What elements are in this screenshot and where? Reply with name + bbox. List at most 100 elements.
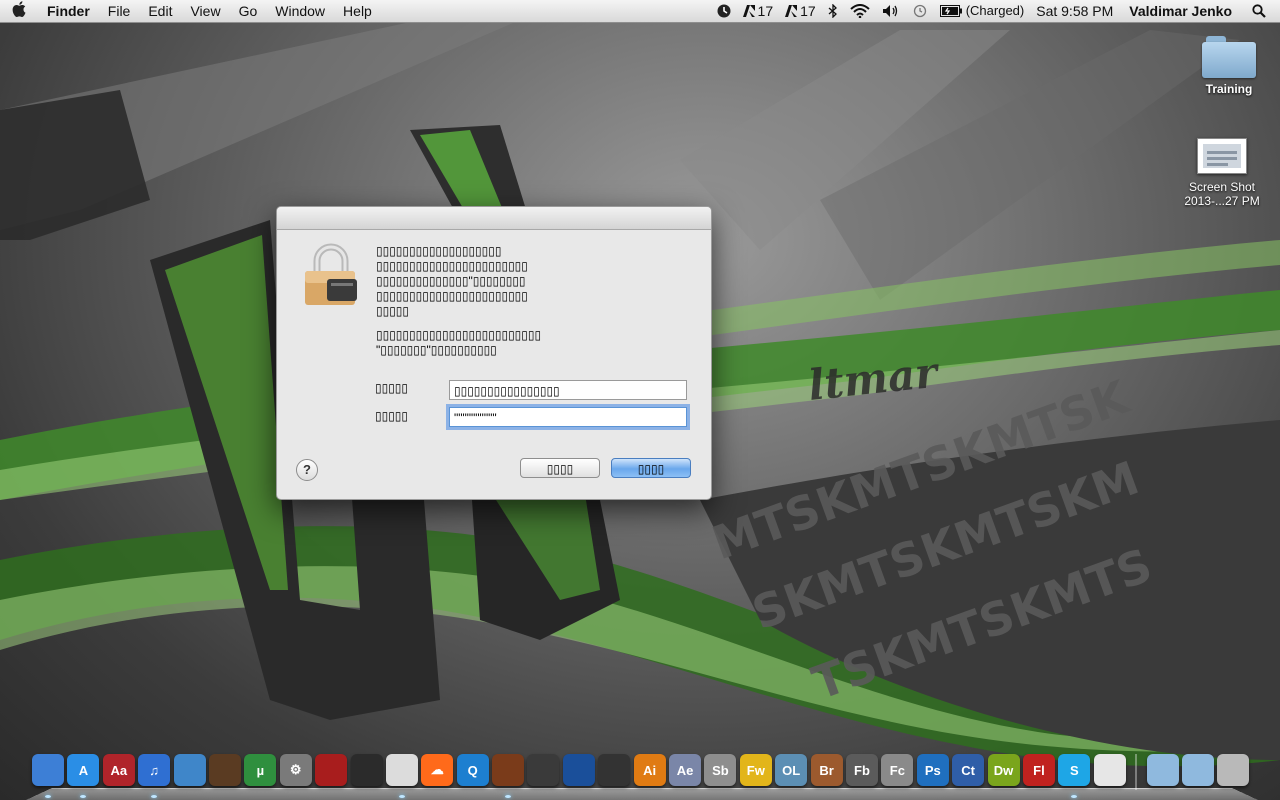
bridge-icon[interactable]: Br <box>810 754 843 786</box>
folder-icon <box>1202 36 1256 78</box>
dock-item-label: Sb <box>712 762 729 778</box>
dock-item-label: Fc <box>889 762 905 778</box>
apple-menu-icon[interactable] <box>0 0 38 22</box>
dialog-message: ▯▯▯▯▯▯▯▯▯▯▯▯▯▯▯▯▯▯▯ ▯▯▯▯▯▯▯▯▯▯▯▯▯▯▯▯▯▯▯▯… <box>376 244 528 318</box>
final-cut-icon[interactable] <box>598 754 631 786</box>
bluetooth-icon[interactable] <box>822 4 844 18</box>
menu-window[interactable]: Window <box>266 0 334 22</box>
soundbooth-icon[interactable]: Sb <box>704 754 737 786</box>
menu-go[interactable]: Go <box>230 0 267 22</box>
flash-catalyst-icon[interactable]: Fc <box>881 754 914 786</box>
itunes-icon[interactable]: ♫ <box>138 754 171 798</box>
textedit-icon[interactable] <box>1093 754 1126 786</box>
photoshop-icon[interactable]: Ps <box>916 754 949 786</box>
dock-separator <box>1135 754 1138 790</box>
cinema4d-icon[interactable] <box>562 754 595 786</box>
dock-item-label: Ct <box>961 762 976 778</box>
dock-item-label: Q <box>467 762 478 778</box>
contribute-icon[interactable]: Ct <box>952 754 985 786</box>
authentication-dialog: ▯▯▯▯▯▯▯▯▯▯▯▯▯▯▯▯▯▯▯ ▯▯▯▯▯▯▯▯▯▯▯▯▯▯▯▯▯▯▯▯… <box>276 206 712 500</box>
movie-reel-icon[interactable] <box>350 754 383 786</box>
utorrent-icon[interactable]: µ <box>244 754 277 786</box>
battery-status[interactable]: (Charged) <box>934 0 1031 22</box>
clock-datetime[interactable]: Sat 9:58 PM <box>1030 0 1119 22</box>
dock-item-label: Dw <box>993 762 1014 778</box>
dialog-titlebar[interactable] <box>277 207 711 230</box>
dock-item-label: ☁ <box>430 762 444 777</box>
dreamweaver-icon[interactable]: Dw <box>987 754 1020 786</box>
garageband-icon[interactable] <box>208 754 241 786</box>
documents-folder-icon[interactable] <box>1181 754 1214 786</box>
flash-builder-icon[interactable]: Fb <box>845 754 878 786</box>
desktop-folder-training[interactable]: Training <box>1194 36 1264 96</box>
menu-bar: Finder File Edit View Go Window Help 17 … <box>0 0 1280 23</box>
system-preferences-icon[interactable]: ⚙ <box>279 754 312 786</box>
menu-edit[interactable]: Edit <box>139 0 181 22</box>
adobe-icon <box>785 5 798 17</box>
applications-folder-icon[interactable] <box>1146 754 1179 786</box>
ok-button[interactable]: ▯▯▯▯ <box>611 458 691 478</box>
flash-icon[interactable]: Fl <box>1022 754 1055 786</box>
volume-icon[interactable] <box>876 4 906 18</box>
finder-icon[interactable] <box>32 754 64 798</box>
adobe-status-2[interactable]: 17 <box>779 0 822 22</box>
app-store-icon[interactable]: A <box>67 754 100 798</box>
screenshot-label-line2: 2013-...27 PM <box>1184 194 1260 208</box>
safari-icon[interactable] <box>173 754 206 786</box>
illustrator-icon[interactable]: Ai <box>633 754 666 786</box>
password-field[interactable]: """""""""" <box>449 407 687 427</box>
user-name[interactable]: Valdimar Jenko <box>1119 0 1246 22</box>
dock-item-label: Ps <box>924 762 941 778</box>
preview-icon[interactable] <box>385 754 418 798</box>
dock-item-label: S <box>1069 762 1079 778</box>
running-indicator <box>398 795 405 798</box>
dock-item-label: µ <box>256 762 265 778</box>
soundcloud-icon[interactable]: ☁ <box>421 754 454 786</box>
battery-text: (Charged) <box>965 3 1025 18</box>
desktop-folder-label: Training <box>1205 82 1253 96</box>
time-machine-status-icon[interactable] <box>711 4 737 18</box>
dock-item-label: A <box>78 762 89 778</box>
dock-item-label: Br <box>819 762 834 778</box>
trash-icon[interactable] <box>1217 754 1250 786</box>
menu-file[interactable]: File <box>99 0 140 22</box>
adobe-icon <box>742 5 755 17</box>
menu-help[interactable]: Help <box>334 0 381 22</box>
desktop-file-screenshot[interactable]: Screen Shot 2013-...27 PM <box>1172 138 1272 208</box>
dock-item-label: OL <box>782 762 801 778</box>
help-button[interactable]: ? <box>296 459 318 481</box>
screenshot-label-line1: Screen Shot <box>1188 180 1256 194</box>
screenshot-thumbnail-icon <box>1197 138 1247 174</box>
fireworks-icon[interactable]: Fw <box>739 754 772 786</box>
facetime-icon[interactable] <box>527 754 560 786</box>
lock-icon <box>303 243 359 309</box>
dock: A Aa ♫ µ ⚙ ☁ Q Ai Ae Sb Fw OL Br Fb Fc Ps Ct Dw Fl S <box>26 750 1258 800</box>
dock-item-label: Fw <box>746 762 765 778</box>
dialog-sub-message: ▯▯▯▯▯▯▯▯▯▯▯▯▯▯▯▯▯▯▯▯▯▯▯▯▯ "▯▯▯▯▯▯▯"▯▯▯▯▯… <box>376 328 542 357</box>
skype-icon[interactable]: S <box>1058 754 1091 798</box>
after-effects-icon[interactable]: Ae <box>669 754 702 786</box>
name-label: ▯▯▯▯▯ <box>375 381 409 395</box>
dock-item-label: ♫ <box>149 762 160 778</box>
adobe-count-1: 17 <box>757 3 774 19</box>
running-indicator <box>45 795 51 798</box>
photo-booth-icon[interactable] <box>315 754 348 786</box>
menu-app-name[interactable]: Finder <box>38 0 99 22</box>
dock-item-label: Ai <box>643 762 657 778</box>
menu-view[interactable]: View <box>181 0 229 22</box>
name-field[interactable]: ▯▯▯▯▯▯▯▯▯▯▯▯▯▯▯▯ <box>449 380 687 400</box>
dock-item-label: Fl <box>1033 762 1045 778</box>
dock-item-label: Fb <box>854 762 870 778</box>
onlocation-icon[interactable]: OL <box>775 754 808 786</box>
adobe-count-2: 17 <box>800 3 816 19</box>
quicktime-icon[interactable]: Q <box>456 754 489 786</box>
password-label: ▯▯▯▯▯ <box>375 409 409 423</box>
dock-items: A Aa ♫ µ ⚙ ☁ Q Ai Ae Sb Fw OL Br Fb Fc Ps Ct Dw Fl S <box>32 754 1250 798</box>
dictionary-icon[interactable]: Aa <box>102 754 135 786</box>
wifi-icon[interactable] <box>844 4 876 18</box>
wine-icon[interactable] <box>492 754 525 798</box>
cancel-button[interactable]: ▯▯▯▯ <box>520 458 600 478</box>
spotlight-search-icon[interactable] <box>1246 4 1280 18</box>
adobe-status-1[interactable]: 17 <box>737 0 780 22</box>
time-machine-icon[interactable] <box>906 4 934 18</box>
